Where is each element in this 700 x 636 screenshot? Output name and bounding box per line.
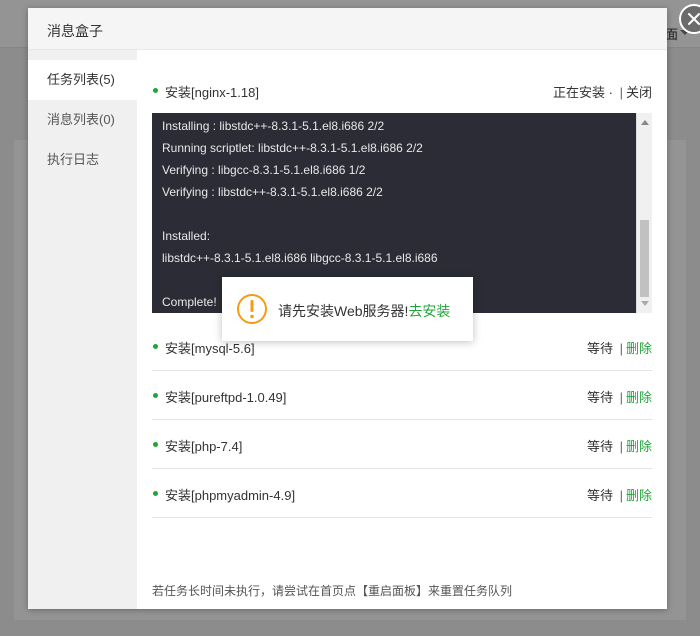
task-status-text: 等待	[586, 488, 613, 503]
status-dot	[153, 442, 158, 447]
separator: |	[619, 390, 623, 405]
task-row: 安装[pureftpd-1.0.49] 等待 | 删除	[152, 371, 652, 420]
log-line: Installed:	[162, 229, 211, 243]
dialog-header: 消息盒子	[28, 8, 667, 50]
task-status-group: 正在安装 · | 关闭	[553, 82, 652, 101]
task-status-text: 等待	[586, 390, 613, 405]
close-task-link[interactable]: 关闭	[626, 85, 652, 100]
task-status-text: 正在安装 ·	[553, 85, 613, 100]
separator: |	[619, 439, 623, 454]
warning-icon	[237, 294, 267, 324]
task-row: 安装[phpmyadmin-4.9] 等待 | 删除	[152, 469, 652, 518]
footer-note: 若任务长时间未执行，请尝试在首页点【重启面板】来重置任务队列	[152, 584, 513, 598]
task-status-group: 等待 | 删除	[587, 338, 652, 357]
dialog-title: 消息盒子	[47, 23, 103, 39]
log-line: Installing : libstdc++-8.3.1-5.1.el8.i68…	[162, 119, 385, 133]
task-status-text: 等待	[586, 341, 613, 356]
delete-task-link[interactable]: 删除	[626, 341, 652, 356]
delete-task-link[interactable]: 删除	[626, 488, 652, 503]
alert-text-group: 请先安装Web服务器!去安装	[278, 301, 450, 321]
tab-message-list[interactable]: 消息列表(0)	[28, 100, 137, 140]
alert-message: 请先安装Web服务器!	[278, 303, 409, 319]
go-install-link[interactable]: 去安装	[408, 303, 450, 319]
log-line: Verifying : libstdc++-8.3.1-5.1.el8.i686…	[162, 185, 383, 199]
task-status-group: 等待 | 删除	[587, 436, 652, 455]
scrollbar-thumb[interactable]	[640, 220, 649, 297]
status-dot	[153, 344, 158, 349]
separator: |	[619, 488, 623, 503]
task-status-group: 等待 | 删除	[587, 485, 652, 504]
install-web-server-alert: 请先安装Web服务器!去安装	[222, 277, 473, 341]
log-scrollbar[interactable]	[636, 113, 652, 313]
task-name: 安装[pureftpd-1.0.49]	[165, 390, 287, 405]
close-icon	[688, 13, 700, 25]
task-name: 安装[phpmyadmin-4.9]	[165, 488, 296, 503]
scroll-down-arrow-icon[interactable]	[641, 301, 649, 306]
task-row: 安装[php-7.4] 等待 | 删除	[152, 420, 652, 469]
tab-execution-log[interactable]: 执行日志	[28, 140, 137, 180]
task-status-text: 等待	[586, 439, 613, 454]
task-name: 安装[php-7.4]	[165, 439, 243, 454]
scroll-up-arrow-icon[interactable]	[641, 120, 649, 125]
log-line: libstdc++-8.3.1-5.1.el8.i686 libgcc-8.3.…	[162, 251, 438, 265]
task-row-current: 安装[nginx-1.18] 正在安装 · | 关闭	[152, 72, 652, 106]
sidebar: 任务列表(5) 消息列表(0) 执行日志	[28, 50, 137, 609]
status-dot	[153, 393, 158, 398]
log-line: Verifying : libgcc-8.3.1-5.1.el8.i686 1/…	[162, 163, 366, 177]
separator: |	[619, 85, 623, 100]
delete-task-link[interactable]: 删除	[626, 390, 652, 405]
log-line: Complete!	[162, 295, 217, 309]
log-line: Running scriptlet: libstdc++-8.3.1-5.1.e…	[162, 141, 423, 155]
task-name: 安装[nginx-1.18]	[165, 85, 259, 100]
status-dot	[153, 88, 158, 93]
status-dot	[153, 491, 158, 496]
delete-task-link[interactable]: 删除	[626, 439, 652, 454]
separator: |	[619, 341, 623, 356]
task-status-group: 等待 | 删除	[587, 387, 652, 406]
tab-task-list[interactable]: 任务列表(5)	[28, 60, 137, 100]
